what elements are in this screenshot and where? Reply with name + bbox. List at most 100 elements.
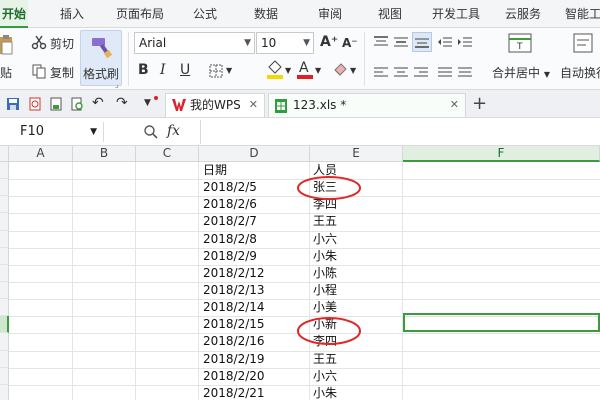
cell-d[interactable]: 2018/2/21	[203, 385, 307, 400]
cut-button[interactable]: 剪切	[50, 35, 74, 52]
tab-file-123[interactable]: 123.xls * ✕	[268, 93, 466, 117]
scissors-icon[interactable]	[30, 33, 48, 51]
save-icon[interactable]	[4, 95, 22, 113]
borders-icon[interactable]	[207, 62, 225, 80]
cell-e[interactable]: 小程	[313, 282, 401, 299]
row-header[interactable]	[0, 281, 9, 300]
name-box-dropdown-icon[interactable]: ▼	[90, 122, 97, 142]
row-header[interactable]	[0, 162, 9, 180]
fill-color-dropdown-icon[interactable]: ▼	[285, 66, 291, 75]
copy-button[interactable]: 复制	[50, 64, 74, 81]
name-box[interactable]: F10 ▼	[0, 122, 104, 142]
cell-d[interactable]: 2018/2/15	[203, 316, 307, 333]
redo-icon[interactable]: ↷	[116, 95, 128, 111]
row-header[interactable]	[0, 299, 9, 317]
cell-d[interactable]: 2018/2/20	[203, 368, 307, 385]
shrink-font-button[interactable]: A⁻	[342, 36, 358, 50]
copy-icon[interactable]	[30, 62, 48, 80]
align-top-icon[interactable]	[372, 33, 390, 51]
export-pdf-icon[interactable]	[26, 95, 44, 113]
cell-e[interactable]: 小朱	[313, 248, 401, 265]
row-header[interactable]	[0, 350, 9, 368]
clipboard-expand-icon[interactable]: ⌟	[115, 80, 119, 89]
column-header-a[interactable]: A	[9, 146, 73, 162]
font-name-select[interactable]: Arial ▼	[134, 32, 255, 54]
font-color-dropdown-icon[interactable]: ▼	[315, 66, 321, 75]
cell-e[interactable]: 王五	[313, 351, 401, 368]
print-icon[interactable]	[47, 95, 65, 113]
row-header[interactable]	[0, 247, 9, 265]
cell-d[interactable]: 2018/2/6	[203, 196, 307, 213]
row-header[interactable]	[0, 384, 9, 400]
row-header[interactable]	[0, 333, 9, 351]
tab-data[interactable]: 数据	[254, 0, 278, 28]
paste-icon[interactable]	[0, 34, 14, 56]
tab-cloud[interactable]: 云服务	[505, 0, 541, 28]
row-header[interactable]	[0, 230, 9, 248]
formula-input[interactable]	[200, 120, 600, 144]
column-header-f[interactable]: F	[403, 146, 600, 162]
tab-page-layout[interactable]: 页面布局	[116, 0, 164, 28]
row-header[interactable]	[0, 213, 9, 231]
tab-smart[interactable]: 智能工	[565, 0, 600, 28]
grow-font-button[interactable]: A⁺	[320, 34, 338, 50]
distributed-align-icon[interactable]	[456, 64, 474, 82]
indent-decrease-icon[interactable]	[436, 33, 454, 51]
underline-button[interactable]: U	[180, 62, 190, 78]
clear-format-icon[interactable]	[331, 60, 349, 78]
column-header-e[interactable]: E	[310, 146, 403, 162]
wrap-text-button[interactable]: 自动换行	[560, 64, 600, 81]
font-color-icon[interactable]: A	[296, 60, 314, 79]
wrap-text-icon[interactable]	[572, 32, 594, 54]
italic-button[interactable]: I	[160, 62, 166, 78]
cell-e[interactable]: 小六	[313, 368, 401, 385]
cell-d[interactable]: 2018/2/5	[203, 179, 307, 196]
cell-d[interactable]: 2018/2/9	[203, 248, 307, 265]
row-header[interactable]	[0, 179, 9, 197]
undo-icon[interactable]: ↶	[92, 95, 104, 111]
column-header-d[interactable]: D	[199, 146, 310, 162]
align-right-icon[interactable]	[412, 64, 430, 82]
customize-toolbar-icon[interactable]: ▼	[144, 98, 151, 108]
clear-format-dropdown-icon[interactable]: ▼	[350, 66, 356, 75]
cell-e[interactable]: 小美	[313, 299, 401, 316]
indent-increase-icon[interactable]	[456, 33, 474, 51]
cell-e[interactable]: 小陈	[313, 265, 401, 282]
align-left-icon[interactable]	[372, 64, 390, 82]
align-middle-icon[interactable]	[392, 33, 410, 51]
cell-e[interactable]: 王五	[313, 213, 401, 230]
tab-formulas[interactable]: 公式	[193, 0, 217, 28]
cell-d[interactable]: 2018/2/14	[203, 299, 307, 316]
cell-d[interactable]: 2018/2/13	[203, 282, 307, 299]
row-header[interactable]	[0, 316, 9, 334]
row-header[interactable]	[0, 196, 9, 214]
cell-e[interactable]: 张三	[313, 179, 401, 196]
tab-view[interactable]: 视图	[378, 0, 402, 28]
cell-e[interactable]: 李四	[313, 333, 401, 350]
new-tab-button[interactable]: +	[472, 93, 487, 114]
tab-my-wps[interactable]: 我的WPS ✕	[165, 93, 265, 117]
cell-d[interactable]: 日期	[203, 162, 307, 179]
close-icon[interactable]: ✕	[249, 94, 258, 116]
cell-d[interactable]: 2018/2/7	[203, 213, 307, 230]
paste-label[interactable]: 贴	[0, 64, 12, 81]
cell-e[interactable]: 小新	[313, 316, 401, 333]
cell-d[interactable]: 2018/2/12	[203, 265, 307, 282]
align-center-icon[interactable]	[392, 64, 410, 82]
close-icon[interactable]: ✕	[450, 94, 459, 116]
bold-button[interactable]: B	[138, 62, 149, 78]
justify-icon[interactable]	[436, 64, 454, 82]
row-header[interactable]	[0, 264, 9, 282]
cell-e[interactable]: 小六	[313, 231, 401, 248]
tab-developer[interactable]: 开发工具	[432, 0, 480, 28]
cell-e[interactable]: 李四	[313, 196, 401, 213]
cell-d[interactable]: 2018/2/8	[203, 231, 307, 248]
fill-color-icon[interactable]	[266, 60, 284, 79]
column-header-c[interactable]: C	[136, 146, 199, 162]
cell-d[interactable]: 2018/2/19	[203, 351, 307, 368]
cell-e[interactable]: 人员	[313, 162, 401, 179]
borders-dropdown-icon[interactable]: ▼	[226, 66, 232, 75]
zoom-search-icon[interactable]	[142, 123, 160, 141]
align-bottom-icon[interactable]	[412, 32, 432, 52]
merge-center-button[interactable]: 合并居中 ▼	[492, 64, 550, 81]
